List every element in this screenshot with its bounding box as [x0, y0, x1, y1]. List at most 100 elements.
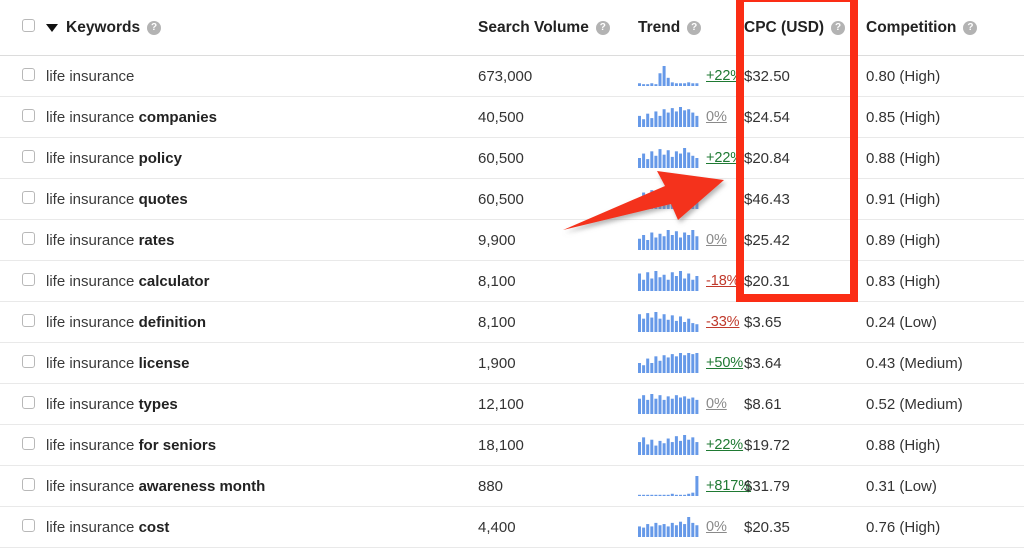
keyword-modifier-text: cost: [139, 519, 170, 536]
trend-cell: [638, 179, 744, 220]
header-keywords[interactable]: Keywords ?: [46, 0, 478, 56]
table-row[interactable]: life insurance673,000+22%$32.500.80 (Hig…: [0, 56, 1024, 97]
search-volume-cell: 9,900: [478, 220, 638, 261]
trend-cell: 0%: [638, 384, 744, 425]
search-volume-cell: 673,000: [478, 56, 638, 97]
table-row[interactable]: life insurance definition8,100-33%$3.650…: [0, 302, 1024, 343]
keyword-cell[interactable]: life insurance cost: [46, 507, 478, 548]
competition-cell: 0.31 (Low): [866, 466, 1024, 507]
table-row[interactable]: life insurance policy60,500+22%$20.840.8…: [0, 138, 1024, 179]
caret-down-icon[interactable]: [46, 24, 58, 32]
help-icon-search-volume[interactable]: ?: [596, 21, 610, 35]
cpc-cell: $19.72: [744, 425, 866, 466]
select-all-checkbox[interactable]: [22, 19, 35, 32]
cpc-cell: $20.35: [744, 507, 866, 548]
keyword-cell[interactable]: life insurance types: [46, 384, 478, 425]
table-row[interactable]: life insurance calculator8,100-18%$20.31…: [0, 261, 1024, 302]
row-checkbox[interactable]: [22, 478, 35, 491]
row-select-cell: [0, 220, 46, 261]
trend-sparkline-icon: [638, 353, 700, 373]
keyword-cell[interactable]: life insurance quotes: [46, 179, 478, 220]
search-volume-cell: 18,100: [478, 425, 638, 466]
trend-sparkline-icon: [638, 189, 700, 209]
row-checkbox[interactable]: [22, 519, 35, 532]
trend-sparkline-icon: [638, 271, 700, 291]
row-checkbox[interactable]: [22, 68, 35, 81]
table-row[interactable]: life insurance license1,900+50%$3.640.43…: [0, 343, 1024, 384]
trend-sparkline-icon: [638, 230, 700, 250]
keyword-base-text: life insurance: [46, 314, 139, 331]
row-checkbox[interactable]: [22, 355, 35, 368]
trend-sparkline-icon: [638, 66, 700, 86]
row-select-cell: [0, 466, 46, 507]
header-trend[interactable]: Trend ?: [638, 0, 744, 56]
row-select-cell: [0, 138, 46, 179]
trend-cell: +50%: [638, 343, 744, 384]
search-volume-cell: 4,400: [478, 507, 638, 548]
row-select-cell: [0, 425, 46, 466]
trend-sparkline-icon: [638, 107, 700, 127]
keyword-cell[interactable]: life insurance awareness month: [46, 466, 478, 507]
keyword-modifier-text: for seniors: [139, 437, 217, 454]
competition-cell: 0.85 (High): [866, 97, 1024, 138]
trend-sparkline-icon: [638, 312, 700, 332]
table-row[interactable]: life insurance rates9,9000%$25.420.89 (H…: [0, 220, 1024, 261]
search-volume-cell: 8,100: [478, 261, 638, 302]
keyword-cell[interactable]: life insurance companies: [46, 97, 478, 138]
trend-wrapper: -18%: [638, 271, 744, 291]
search-volume-cell: 60,500: [478, 138, 638, 179]
help-icon-competition[interactable]: ?: [963, 21, 977, 35]
table-row[interactable]: life insurance companies40,5000%$24.540.…: [0, 97, 1024, 138]
keyword-cell[interactable]: life insurance policy: [46, 138, 478, 179]
header-search-volume[interactable]: Search Volume ?: [478, 0, 638, 56]
row-checkbox[interactable]: [22, 109, 35, 122]
keyword-cell[interactable]: life insurance license: [46, 343, 478, 384]
row-select-cell: [0, 261, 46, 302]
competition-cell: 0.76 (High): [866, 507, 1024, 548]
row-checkbox[interactable]: [22, 437, 35, 450]
trend-wrapper: -33%: [638, 312, 744, 332]
keyword-modifier-text: policy: [139, 150, 182, 167]
competition-cell: 0.52 (Medium): [866, 384, 1024, 425]
row-select-cell: [0, 343, 46, 384]
keyword-base-text: life insurance: [46, 437, 139, 454]
keyword-modifier-text: types: [139, 396, 178, 413]
header-trend-label: Trend: [638, 19, 680, 37]
help-icon-cpc[interactable]: ?: [831, 21, 845, 35]
trend-cell: -33%: [638, 302, 744, 343]
row-select-cell: [0, 97, 46, 138]
row-checkbox[interactable]: [22, 191, 35, 204]
keyword-cell[interactable]: life insurance: [46, 56, 478, 97]
trend-cell: +22%: [638, 56, 744, 97]
header-cpc[interactable]: CPC (USD) ?: [744, 0, 866, 56]
table-row[interactable]: life insurance types12,1000%$8.610.52 (M…: [0, 384, 1024, 425]
trend-wrapper: +817%: [638, 476, 744, 496]
search-volume-cell: 40,500: [478, 97, 638, 138]
keyword-modifier-text: companies: [139, 109, 217, 126]
row-checkbox[interactable]: [22, 273, 35, 286]
trend-cell: +817%: [638, 466, 744, 507]
keyword-cell[interactable]: life insurance definition: [46, 302, 478, 343]
help-icon-trend[interactable]: ?: [687, 21, 701, 35]
table-row[interactable]: life insurance quotes60,500$46.430.91 (H…: [0, 179, 1024, 220]
keyword-results-table: Keywords ? Search Volume ? Trend ? CPC (…: [0, 0, 1024, 548]
keyword-modifier-text: license: [139, 355, 190, 372]
table-row[interactable]: life insurance cost4,4000%$20.350.76 (Hi…: [0, 507, 1024, 548]
trend-wrapper: [638, 189, 744, 209]
trend-cell: 0%: [638, 220, 744, 261]
row-checkbox[interactable]: [22, 232, 35, 245]
help-icon-keywords[interactable]: ?: [147, 21, 161, 35]
header-competition[interactable]: Competition ?: [866, 0, 1024, 56]
row-checkbox[interactable]: [22, 314, 35, 327]
cpc-cell: $24.54: [744, 97, 866, 138]
competition-cell: 0.83 (High): [866, 261, 1024, 302]
keyword-cell[interactable]: life insurance for seniors: [46, 425, 478, 466]
keyword-cell[interactable]: life insurance rates: [46, 220, 478, 261]
search-volume-cell: 8,100: [478, 302, 638, 343]
row-checkbox[interactable]: [22, 396, 35, 409]
trend-change-label: +50%: [706, 355, 743, 371]
keyword-cell[interactable]: life insurance calculator: [46, 261, 478, 302]
row-checkbox[interactable]: [22, 150, 35, 163]
table-row[interactable]: life insurance awareness month880+817%$3…: [0, 466, 1024, 507]
table-row[interactable]: life insurance for seniors18,100+22%$19.…: [0, 425, 1024, 466]
